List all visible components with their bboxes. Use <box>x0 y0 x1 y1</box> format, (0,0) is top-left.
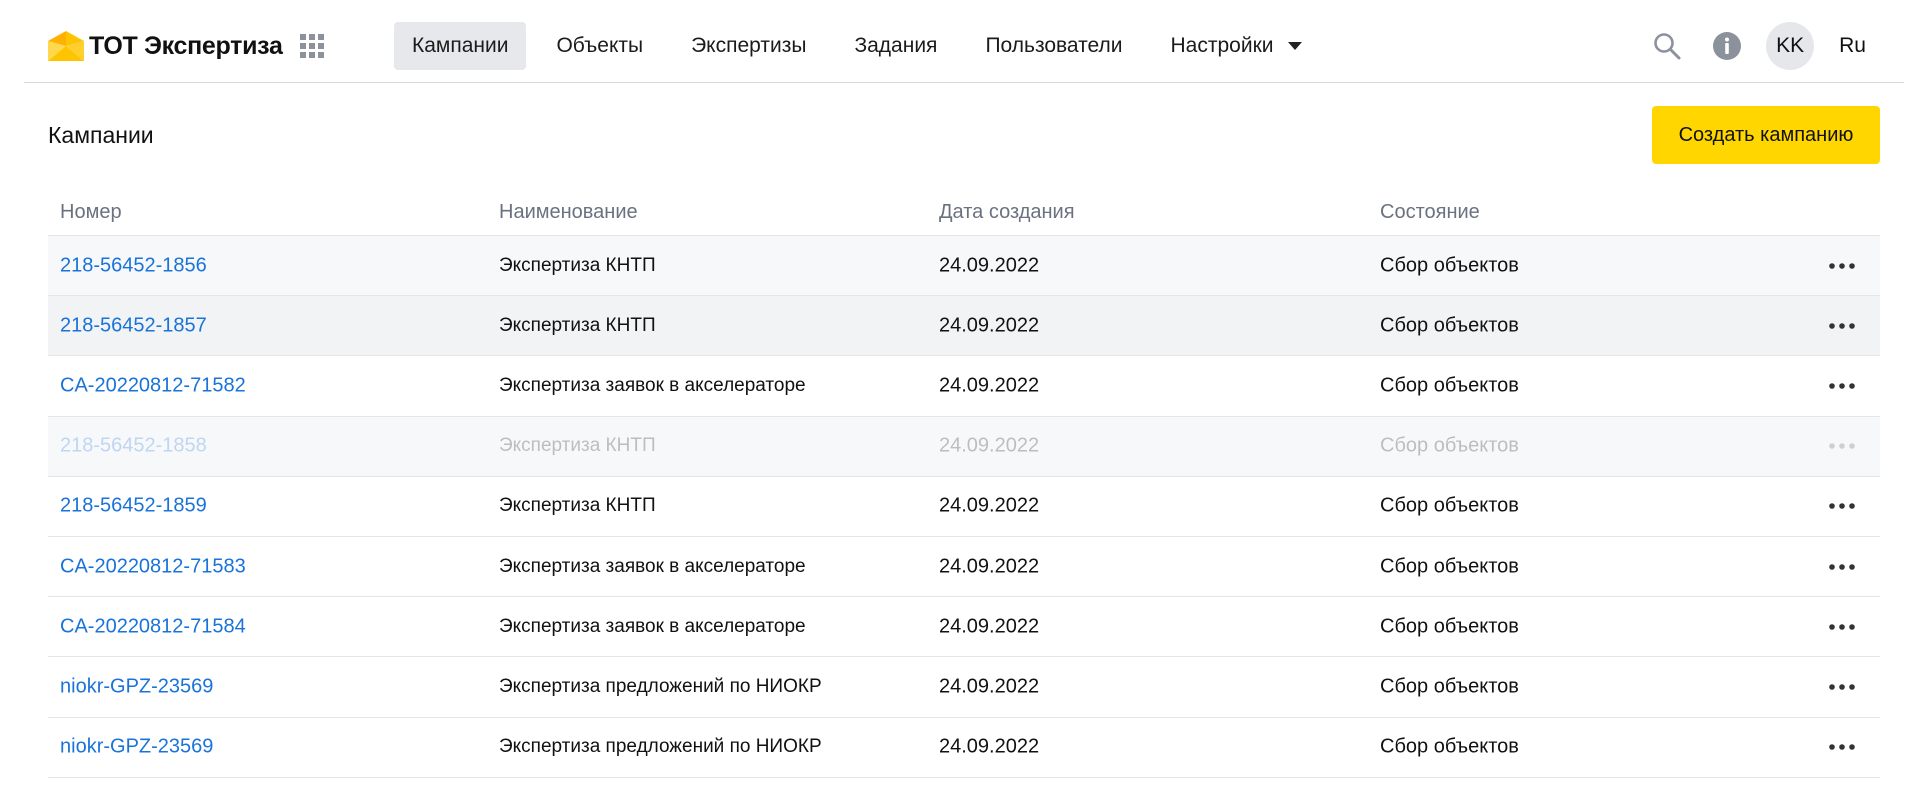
more-actions-icon[interactable] <box>1828 442 1856 450</box>
brand-logo[interactable]: ТОТ Экспертиза <box>47 28 283 64</box>
nav-item-label: Настройки <box>1170 34 1274 57</box>
campaign-name: Экспертиза предложений по НИОКР <box>499 675 822 697</box>
header-actions: KK Ru <box>1652 22 1904 70</box>
campaign-number-link[interactable]: 218-56452-1858 <box>60 435 207 458</box>
table-row[interactable]: 218-56452-1859 Экспертиза КНТП 24.09.202… <box>48 476 1880 537</box>
campaign-name: Экспертиза заявок в акселераторе <box>499 555 806 577</box>
more-actions-icon[interactable] <box>1828 262 1856 270</box>
campaign-status: Сбор объектов <box>1380 374 1519 397</box>
nav-item-label: Пользователи <box>985 34 1123 57</box>
more-actions-icon[interactable] <box>1828 322 1856 330</box>
campaign-number-link[interactable]: CA-20220812-71582 <box>60 374 246 397</box>
page-title: Кампании <box>48 122 154 148</box>
nav-item-expertises[interactable]: Экспертизы <box>673 22 824 70</box>
campaign-status: Сбор объектов <box>1380 314 1519 337</box>
more-actions-icon[interactable] <box>1828 683 1856 691</box>
column-header-number[interactable]: Номер <box>60 201 122 224</box>
top-header: ТОТ Экспертиза Кампании Объекты Эксперти… <box>24 0 1904 83</box>
nav-item-label: Экспертизы <box>691 34 807 57</box>
brand-name: ТОТ Экспертиза <box>89 31 283 60</box>
campaign-date: 24.09.2022 <box>939 434 1040 457</box>
nav-item-label: Объекты <box>556 34 644 57</box>
column-header-date[interactable]: Дата создания <box>939 201 1075 224</box>
campaign-name: Экспертиза КНТП <box>499 254 656 276</box>
campaign-date: 24.09.2022 <box>939 615 1040 638</box>
campaign-date: 24.09.2022 <box>939 735 1040 758</box>
user-avatar[interactable]: KK <box>1766 22 1815 70</box>
table-row[interactable]: niokr-GPZ-23569 Экспертиза предложений п… <box>48 717 1880 778</box>
create-campaign-button[interactable]: Создать кампанию <box>1652 106 1880 164</box>
table-row[interactable]: CA-20220812-71583 Экспертиза заявок в ак… <box>48 536 1880 598</box>
table-row[interactable]: 218-56452-1856 Экспертиза КНТП 24.09.202… <box>48 236 1880 297</box>
table-row[interactable]: CA-20220812-71584 Экспертиза заявок в ак… <box>48 597 1880 658</box>
campaign-status: Сбор объектов <box>1380 615 1519 638</box>
column-header-status[interactable]: Состояние <box>1380 201 1480 224</box>
campaign-date: 24.09.2022 <box>939 494 1040 517</box>
nav-item-users[interactable]: Пользователи <box>967 22 1140 70</box>
campaign-name: Экспертиза КНТП <box>499 495 656 517</box>
campaign-status: Сбор объектов <box>1380 735 1519 758</box>
caret-down-icon <box>1287 42 1302 50</box>
more-actions-icon[interactable] <box>1828 743 1856 751</box>
main-nav: Кампании Объекты Экспертизы Задания Поль… <box>394 22 1332 70</box>
campaign-number-link[interactable]: CA-20220812-71583 <box>60 555 246 578</box>
campaign-number-link[interactable]: 218-56452-1856 <box>60 254 207 277</box>
campaigns-table: Номер Наименование Дата создания Состоян… <box>48 190 1880 778</box>
table-row[interactable]: 218-56452-1858 Экспертиза КНТП 24.09.202… <box>48 416 1880 477</box>
more-actions-icon[interactable] <box>1828 623 1856 631</box>
more-actions-icon[interactable] <box>1828 502 1856 510</box>
campaign-number-link[interactable]: niokr-GPZ-23569 <box>60 675 213 698</box>
apps-grid-icon[interactable] <box>299 33 325 59</box>
nav-item-label: Кампании <box>412 34 509 57</box>
table-row[interactable]: 218-56452-1857 Экспертиза КНТП 24.09.202… <box>48 296 1880 357</box>
campaign-date: 24.09.2022 <box>939 374 1040 397</box>
nav-item-tasks[interactable]: Задания <box>836 22 955 70</box>
nav-item-campaigns[interactable]: Кампании <box>394 22 527 70</box>
language-switcher[interactable]: Ru <box>1839 34 1866 58</box>
campaign-status: Сбор объектов <box>1380 555 1519 578</box>
campaign-name: Экспертиза предложений по НИОКР <box>499 736 822 758</box>
table-row[interactable]: CA-20220812-71582 Экспертиза заявок в ак… <box>48 356 1880 417</box>
more-actions-icon[interactable] <box>1828 382 1856 390</box>
campaign-status: Сбор объектов <box>1380 254 1519 277</box>
nav-item-label: Задания <box>854 34 938 57</box>
info-icon[interactable] <box>1712 31 1742 61</box>
campaign-number-link[interactable]: 218-56452-1859 <box>60 495 207 518</box>
campaign-date: 24.09.2022 <box>939 314 1040 337</box>
campaign-name: Экспертиза заявок в акселераторе <box>499 615 806 637</box>
campaign-name: Экспертиза заявок в акселераторе <box>499 374 806 396</box>
table-header: Номер Наименование Дата создания Состоян… <box>48 190 1880 236</box>
campaign-number-link[interactable]: niokr-GPZ-23569 <box>60 736 213 759</box>
logo-icon <box>48 31 84 61</box>
nav-item-objects[interactable]: Объекты <box>538 22 661 70</box>
more-actions-icon[interactable] <box>1828 563 1856 571</box>
campaign-name: Экспертиза КНТП <box>499 314 656 336</box>
campaign-number-link[interactable]: CA-20220812-71584 <box>60 615 246 638</box>
campaign-date: 24.09.2022 <box>939 555 1040 578</box>
campaign-date: 24.09.2022 <box>939 254 1040 277</box>
campaign-number-link[interactable]: 218-56452-1857 <box>60 314 207 337</box>
campaign-name: Экспертиза КНТП <box>499 435 656 457</box>
nav-item-settings[interactable]: Настройки <box>1153 22 1320 70</box>
search-icon[interactable] <box>1652 31 1682 61</box>
column-header-name[interactable]: Наименование <box>499 201 638 224</box>
campaign-status: Сбор объектов <box>1380 675 1519 698</box>
campaign-date: 24.09.2022 <box>939 675 1040 698</box>
table-row[interactable]: niokr-GPZ-23569 Экспертиза предложений п… <box>48 657 1880 718</box>
campaign-status: Сбор объектов <box>1380 494 1519 517</box>
campaign-status: Сбор объектов <box>1380 434 1519 457</box>
